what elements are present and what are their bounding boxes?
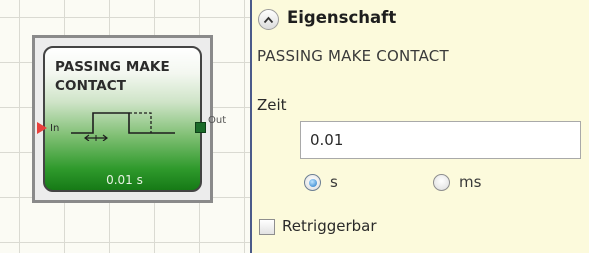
collapse-button[interactable] — [258, 9, 279, 30]
function-block[interactable]: PASSING MAKE CONTACT In Out 0.01 s — [37, 46, 226, 192]
retrigger-checkbox[interactable] — [259, 219, 275, 235]
input-port-arrow-icon[interactable] — [37, 122, 47, 134]
unit-seconds-label: s — [330, 173, 338, 191]
pulse-timing-icon — [71, 112, 175, 141]
retrigger-label: Retriggerbar — [282, 217, 377, 235]
output-port-label: Out — [208, 115, 227, 126]
unit-seconds-radio[interactable] — [304, 174, 321, 191]
properties-panel: Eigenschaft PASSING MAKE CONTACT Zeit s … — [250, 0, 589, 253]
block-title: PASSING MAKE CONTACT — [55, 59, 170, 94]
panel-title: Eigenschaft — [287, 8, 397, 27]
input-port-label: In — [50, 123, 60, 134]
time-input[interactable] — [300, 121, 581, 159]
block-time-value: 0.01 s — [106, 173, 143, 187]
unit-milliseconds-radio[interactable] — [433, 174, 450, 191]
time-label: Zeit — [257, 96, 287, 114]
schematic-canvas[interactable]: PASSING MAKE CONTACT In Out 0.01 s — [0, 0, 250, 253]
output-port-square-icon[interactable] — [195, 122, 206, 133]
chevron-up-icon — [263, 16, 274, 23]
function-block-selection[interactable]: PASSING MAKE CONTACT In Out 0.01 s — [32, 35, 226, 203]
time-unit-radio-group: s ms — [304, 171, 574, 195]
block-name-label: PASSING MAKE CONTACT — [257, 47, 449, 65]
unit-milliseconds-label: ms — [459, 173, 482, 191]
